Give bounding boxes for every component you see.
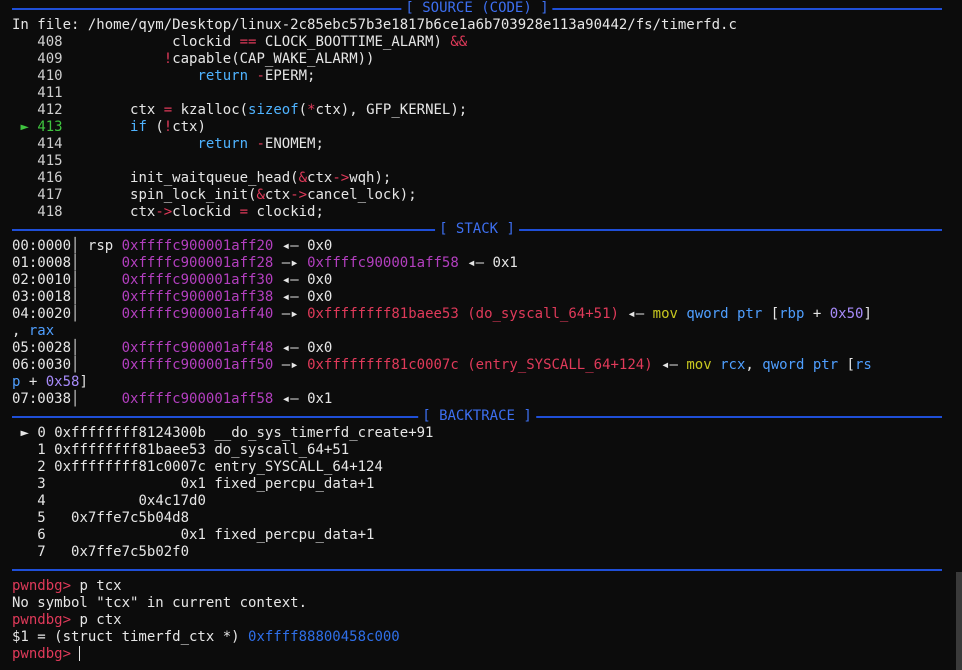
source-line-current: ► 413 if (!ctx) bbox=[20, 119, 206, 135]
source-line: 412 ctx = kzalloc(sizeof(*ctx), GFP_KERN… bbox=[37, 102, 468, 118]
stack-entry-wrap: p + 0x58] bbox=[12, 374, 88, 390]
source-line: 410 return -EPERM; bbox=[37, 68, 316, 84]
prompt: pwndbg> bbox=[12, 612, 72, 628]
source-line: 415 bbox=[37, 153, 63, 169]
stack-entry: 05:0028│ 0xffffc900001aff48 ◂— 0x0 bbox=[12, 340, 333, 356]
backtrace-frame: 3 0x1 fixed_percpu_data+1 bbox=[37, 476, 375, 492]
stack-header-title: [ STACK ] bbox=[435, 221, 519, 238]
source-line: 417 spin_lock_init(&ctx->cancel_lock); bbox=[37, 187, 417, 203]
backtrace-frame: 4 0x4c17d0 bbox=[37, 493, 206, 509]
console-line: pwndbg> p ctx bbox=[12, 612, 942, 629]
backtrace-frame: 2 0xffffffff81c0007c entry_SYSCALL_64+12… bbox=[37, 459, 383, 475]
source-line: 408 clockid == CLOCK_BOOTTIME_ALARM) && bbox=[37, 34, 468, 50]
scrollbar[interactable] bbox=[956, 572, 962, 670]
backtrace-frame: 6 0x1 fixed_percpu_data+1 bbox=[37, 527, 375, 543]
stack-entry-wrap: , rax bbox=[12, 323, 55, 339]
backtrace-header: [ BACKTRACE ] bbox=[12, 408, 942, 425]
current-frame-arrow-icon: ► bbox=[20, 425, 29, 441]
console-output: No symbol "tcx" in current context. bbox=[12, 595, 308, 611]
current-line-arrow-icon: ► bbox=[20, 119, 29, 135]
backtrace-frame: ► 0 0xffffffff8124300b __do_sys_timerfd_… bbox=[20, 425, 434, 441]
stack-entry: 00:0000│ rsp 0xffffc900001aff20 ◂— 0x0 bbox=[12, 238, 333, 254]
stack-entry: 01:0008│ 0xffffc900001aff28 —▸ 0xffffc90… bbox=[12, 255, 518, 271]
backtrace-frame: 7 0x7ffe7c5b02f0 bbox=[37, 544, 190, 560]
prompt: pwndbg> bbox=[12, 646, 72, 662]
context-end-rule bbox=[12, 561, 942, 578]
console-line: pwndbg> p tcx bbox=[12, 578, 942, 595]
prompt: pwndbg> bbox=[12, 578, 72, 594]
stack-entry: 07:0038│ 0xffffc900001aff58 ◂— 0x1 bbox=[12, 391, 333, 407]
backtrace-frame: 1 0xffffffff81baee53 do_syscall_64+51 bbox=[37, 442, 350, 458]
command: p tcx bbox=[79, 578, 122, 594]
source-line: 418 ctx->clockid = clockid; bbox=[37, 204, 324, 220]
stack-entry: 02:0010│ 0xffffc900001aff30 ◂— 0x0 bbox=[12, 272, 333, 288]
text-cursor bbox=[79, 646, 81, 661]
source-line: 416 init_waitqueue_head(&ctx->wqh); bbox=[37, 170, 392, 186]
terminal[interactable]: [ SOURCE (CODE) ] In file: /home/qym/Des… bbox=[12, 0, 942, 663]
console-input-line[interactable]: pwndbg> bbox=[12, 646, 942, 663]
source-line: 409 !capable(CAP_WAKE_ALARM)) bbox=[37, 51, 375, 67]
source-line: 411 bbox=[37, 85, 63, 101]
console-output: $1 = (struct timerfd_ctx *) 0xffff888004… bbox=[12, 629, 400, 645]
source-header-title: [ SOURCE (CODE) ] bbox=[401, 0, 553, 17]
stack-entry: 06:0030│ 0xffffc900001aff50 —▸ 0xfffffff… bbox=[12, 357, 872, 373]
backtrace-frame: 5 0x7ffe7c5b04d8 bbox=[37, 510, 190, 526]
command: p ctx bbox=[79, 612, 122, 628]
stack-header: [ STACK ] bbox=[12, 221, 942, 238]
source-file-path: In file: /home/qym/Desktop/linux-2c85ebc… bbox=[12, 17, 737, 33]
stack-entry: 03:0018│ 0xffffc900001aff38 ◂— 0x0 bbox=[12, 289, 333, 305]
source-header: [ SOURCE (CODE) ] bbox=[12, 0, 942, 17]
backtrace-header-title: [ BACKTRACE ] bbox=[418, 408, 536, 425]
stack-entry: 04:0020│ 0xffffc900001aff40 —▸ 0xfffffff… bbox=[12, 306, 872, 322]
source-line: 414 return -ENOMEM; bbox=[37, 136, 324, 152]
separator-rule bbox=[12, 569, 942, 571]
